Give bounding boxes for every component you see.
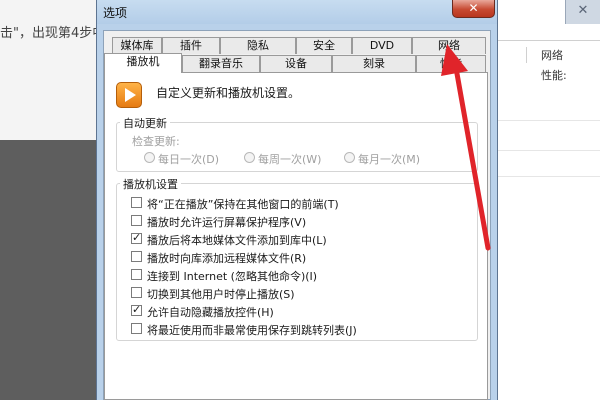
radio-weekly[interactable] <box>244 152 255 163</box>
tab-rip-music[interactable]: 翻录音乐 <box>182 55 260 72</box>
radio-monthly[interactable] <box>344 152 355 163</box>
intro-text: 自定义更新和播放机设置。 <box>156 86 301 100</box>
background-text: 击"，出现第4步中 <box>0 26 106 41</box>
background-close-icon[interactable]: ✕ <box>565 0 600 24</box>
checkbox-add-remote-files[interactable] <box>131 251 142 262</box>
checkbox-connect-internet[interactable] <box>131 269 142 280</box>
close-icon: ✕ <box>468 1 479 15</box>
dialog-title: 选项 <box>103 6 128 20</box>
player-settings-legend: 播放机设置 <box>120 176 181 192</box>
checkbox-stop-on-switch-user[interactable] <box>131 287 142 298</box>
radio-monthly-label: 每月一次(M) <box>358 153 421 166</box>
checkbox-label: 将最近使用而非最常使用保存到跳转列表(J) <box>147 324 357 337</box>
tab-dvd[interactable]: DVD <box>352 37 412 54</box>
checkbox-add-local-files[interactable] <box>131 231 142 244</box>
background-right: 网络 性能: <box>497 0 600 400</box>
tab-devices[interactable]: 设备 <box>260 55 332 72</box>
background-header-performance: 性能: <box>541 69 567 82</box>
tab-library[interactable]: 媒体库 <box>112 37 162 54</box>
tab-player[interactable]: 播放机 <box>104 53 182 73</box>
background-header-network: 网络 <box>541 49 563 62</box>
checkbox-label: 允许自动隐藏播放控件(H) <box>147 306 274 319</box>
radio-daily-label: 每日一次(D) <box>158 153 220 166</box>
background-row <box>497 176 600 200</box>
checkbox-label: 播放时允许运行屏幕保护程序(V) <box>147 216 307 229</box>
tab-security[interactable]: 安全 <box>296 37 352 54</box>
checkbox-autohide-controls[interactable] <box>131 303 142 316</box>
tab-burn[interactable]: 刻录 <box>332 55 416 72</box>
checkbox-recent-jumplist[interactable] <box>131 323 142 334</box>
tab-performance[interactable]: 性能 <box>416 55 486 72</box>
media-player-icon <box>116 82 142 108</box>
background-left: 击"，出现第4步中 <box>0 0 105 400</box>
checkbox-label: 连接到 Internet (忽略其他命令)(I) <box>147 270 318 283</box>
checkbox-keep-now-playing-on-top[interactable] <box>131 197 142 208</box>
checkbox-label: 播放后将本地媒体文件添加到库中(L) <box>147 234 327 247</box>
radio-daily[interactable] <box>144 152 155 163</box>
background-row <box>497 120 600 144</box>
checkbox-allow-screensaver[interactable] <box>131 215 142 226</box>
checkbox-label: 播放时向库添加远程媒体文件(R) <box>147 252 307 265</box>
background-dark-area <box>0 140 96 400</box>
auto-update-legend: 自动更新 <box>120 115 170 131</box>
background-row <box>497 150 600 174</box>
checkbox-label: 将“正在播放”保持在其他窗口的前端(T) <box>147 198 339 211</box>
close-button[interactable]: ✕ <box>452 0 495 18</box>
play-icon <box>125 88 136 102</box>
background-table-header: 网络 性能: <box>497 40 600 96</box>
tab-plugins[interactable]: 插件 <box>162 37 220 54</box>
check-update-label: 检查更新: <box>132 135 180 148</box>
tab-network[interactable]: 网络 <box>412 37 486 54</box>
title-bar[interactable]: 选项 ✕ <box>97 0 497 24</box>
tab-privacy[interactable]: 隐私 <box>220 37 296 54</box>
radio-weekly-label: 每周一次(W) <box>258 153 322 166</box>
checkbox-label: 切换到其他用户时停止播放(S) <box>147 288 295 301</box>
